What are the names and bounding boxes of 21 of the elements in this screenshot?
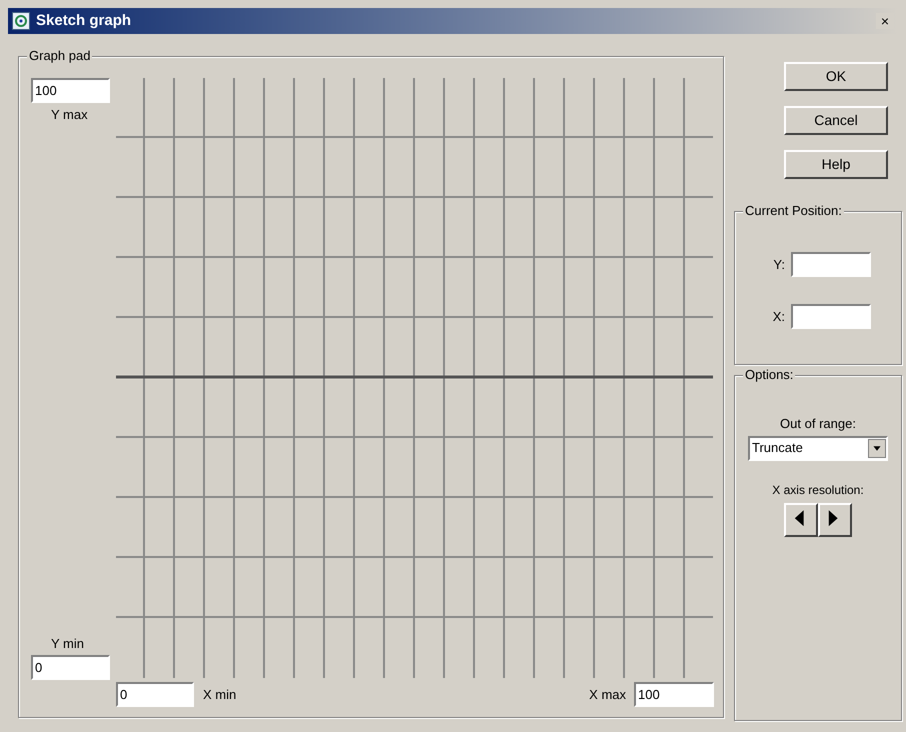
x-max-field[interactable]: 100 bbox=[634, 682, 714, 707]
coordinate-field[interactable] bbox=[791, 252, 871, 277]
x-min-label: X min bbox=[203, 686, 236, 704]
resolution-label: X axis resolution: bbox=[772, 482, 864, 498]
y-min-label: Y min bbox=[51, 634, 84, 652]
y-max-label: Y max bbox=[51, 106, 88, 124]
dialog-button[interactable]: Cancel bbox=[784, 106, 888, 135]
x-min-field[interactable]: 0 bbox=[116, 682, 194, 707]
dialog-button[interactable]: Help bbox=[784, 150, 888, 179]
coordinate-label: Y: bbox=[773, 256, 785, 274]
window-title: Sketch graph bbox=[36, 10, 132, 31]
app-icon bbox=[12, 12, 30, 30]
coordinate-label: X: bbox=[772, 308, 785, 326]
coordinate-field[interactable] bbox=[791, 304, 871, 329]
out-of-range-dropdown[interactable]: Truncate bbox=[748, 436, 888, 460]
dropdown-value: Truncate bbox=[751, 439, 804, 458]
x-max-label: X max bbox=[589, 686, 626, 704]
dialog-button[interactable]: OK bbox=[784, 62, 888, 91]
y-min-field[interactable]: 0 bbox=[31, 655, 110, 680]
y-max-field[interactable]: 100 bbox=[31, 78, 110, 103]
out-of-range-label: Out of range: bbox=[780, 415, 856, 433]
